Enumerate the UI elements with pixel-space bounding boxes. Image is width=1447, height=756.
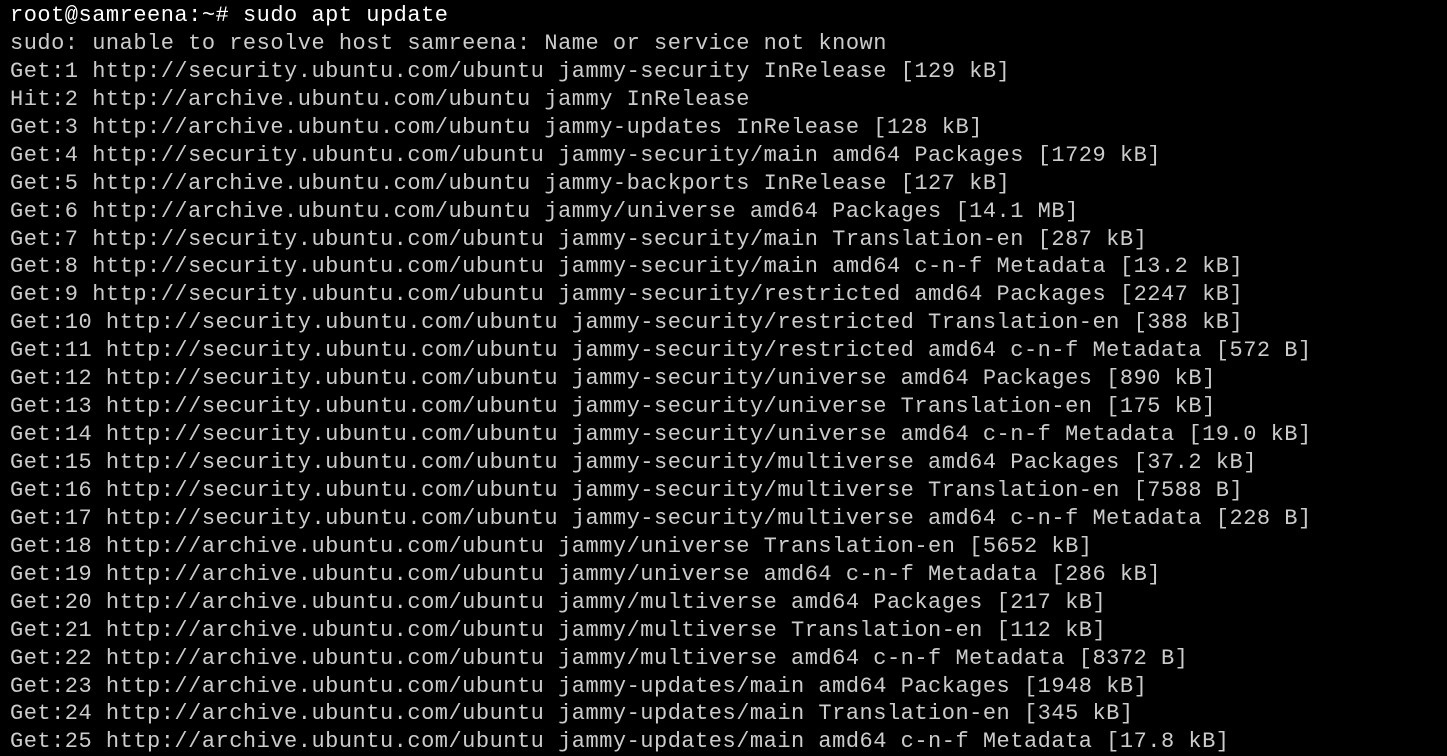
output-line: Get:21 http://archive.ubuntu.com/ubuntu …	[10, 617, 1437, 645]
output-line: Get:5 http://archive.ubuntu.com/ubuntu j…	[10, 170, 1437, 198]
output-line: Get:25 http://archive.ubuntu.com/ubuntu …	[10, 728, 1437, 756]
command-line: root@samreena:~# sudo apt update	[10, 2, 1437, 30]
output-line: Get:10 http://security.ubuntu.com/ubuntu…	[10, 309, 1437, 337]
output-line: Get:24 http://archive.ubuntu.com/ubuntu …	[10, 700, 1437, 728]
output-line: sudo: unable to resolve host samreena: N…	[10, 30, 1437, 58]
output-line: Hit:2 http://archive.ubuntu.com/ubuntu j…	[10, 86, 1437, 114]
output-line: Get:6 http://archive.ubuntu.com/ubuntu j…	[10, 198, 1437, 226]
output-line: Get:14 http://security.ubuntu.com/ubuntu…	[10, 421, 1437, 449]
output-line: Get:9 http://security.ubuntu.com/ubuntu …	[10, 281, 1437, 309]
output-line: Get:4 http://security.ubuntu.com/ubuntu …	[10, 142, 1437, 170]
output-line: Get:19 http://archive.ubuntu.com/ubuntu …	[10, 561, 1437, 589]
output-line: Get:17 http://security.ubuntu.com/ubuntu…	[10, 505, 1437, 533]
output-line: Get:7 http://security.ubuntu.com/ubuntu …	[10, 226, 1437, 254]
output-line: Get:15 http://security.ubuntu.com/ubuntu…	[10, 449, 1437, 477]
output-line: Get:22 http://archive.ubuntu.com/ubuntu …	[10, 645, 1437, 673]
typed-command: sudo apt update	[243, 3, 449, 28]
output-line: Get:13 http://security.ubuntu.com/ubuntu…	[10, 393, 1437, 421]
output-line: Get:20 http://archive.ubuntu.com/ubuntu …	[10, 589, 1437, 617]
terminal-output[interactable]: root@samreena:~# sudo apt update sudo: u…	[10, 2, 1437, 756]
output-line: Get:11 http://security.ubuntu.com/ubuntu…	[10, 337, 1437, 365]
output-line: Get:8 http://security.ubuntu.com/ubuntu …	[10, 253, 1437, 281]
output-line: Get:16 http://security.ubuntu.com/ubuntu…	[10, 477, 1437, 505]
shell-prompt: root@samreena:~#	[10, 3, 243, 28]
output-line: Get:12 http://security.ubuntu.com/ubuntu…	[10, 365, 1437, 393]
output-line: Get:1 http://security.ubuntu.com/ubuntu …	[10, 58, 1437, 86]
output-line: Get:3 http://archive.ubuntu.com/ubuntu j…	[10, 114, 1437, 142]
output-line: Get:18 http://archive.ubuntu.com/ubuntu …	[10, 533, 1437, 561]
output-line: Get:23 http://archive.ubuntu.com/ubuntu …	[10, 673, 1437, 701]
